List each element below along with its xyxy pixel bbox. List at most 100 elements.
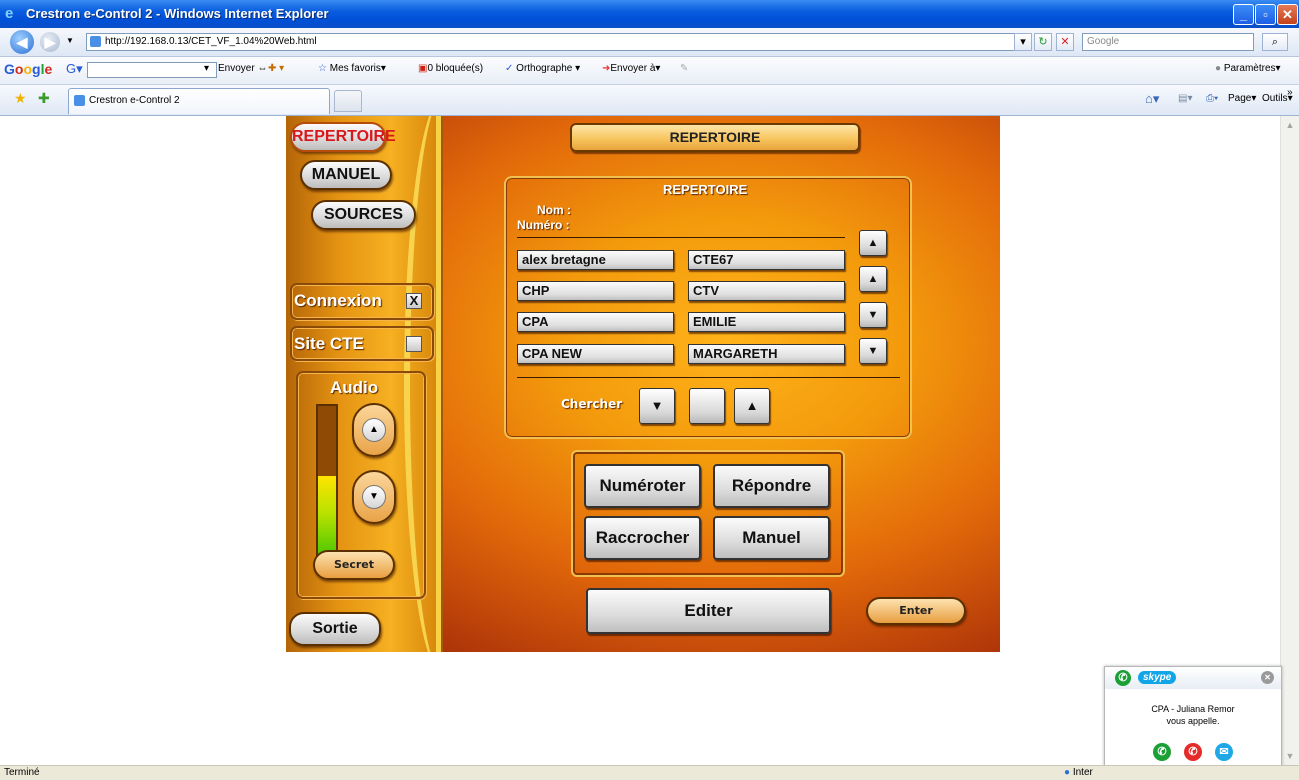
send-button[interactable]: Envoyer ⇔ (218, 63, 267, 74)
scroll-up-icon[interactable]: ▲ (1282, 117, 1298, 133)
nav-repertoire-button[interactable]: REPERTOIRE (290, 122, 396, 152)
secret-button[interactable]: Secret (313, 550, 395, 580)
popup-blocker-button[interactable]: ▣0 bloquée(s) (418, 63, 483, 74)
volume-up-button[interactable]: ▲ (352, 403, 396, 457)
site-cte-checkbox[interactable] (406, 336, 422, 352)
forward-button[interactable]: ▶ (40, 32, 60, 52)
bookmark-icon[interactable]: ✚ ▾ (268, 63, 284, 74)
history-dropdown-icon[interactable]: ▼ (66, 36, 74, 45)
stop-icon[interactable]: ✕ (1056, 33, 1074, 51)
close-popup-icon[interactable]: ✕ (1261, 671, 1274, 684)
connexion-checkbox[interactable]: X (406, 293, 422, 309)
favorites-star-icon[interactable]: ★ (14, 90, 27, 107)
url-field[interactable]: http://192.168.0.13/CET_VF_1.04%20Web.ht… (86, 33, 1026, 51)
refresh-icon[interactable]: ↻ (1034, 33, 1052, 51)
send-to-button[interactable]: ➜Envoyer à▾ (602, 63, 660, 74)
vertical-scrollbar[interactable]: ▲ ▼ (1280, 116, 1299, 765)
search-icon[interactable]: ⌕ (1262, 33, 1288, 51)
address-bar: ◀ ▶ ▼ http://192.168.0.13/CET_VF_1.04%20… (0, 28, 1299, 57)
minimize-button[interactable]: _ (1233, 4, 1254, 25)
edit-button[interactable]: Editer (586, 588, 831, 634)
add-favorite-icon[interactable]: ✚ (38, 90, 50, 107)
contact-entry[interactable]: CPA (517, 312, 674, 332)
page-down-button[interactable]: ▼ (859, 302, 887, 328)
chat-icon[interactable]: ✉ (1215, 743, 1233, 761)
google-search-input[interactable] (87, 62, 217, 78)
window-titlebar: e Crestron e-Control 2 - Windows Interne… (0, 0, 1299, 28)
decline-call-icon[interactable]: ✆ (1184, 743, 1202, 761)
enter-button[interactable]: Enter (866, 597, 966, 625)
search-prev-button[interactable]: ▼ (639, 388, 675, 424)
settings-button[interactable]: ● Paramètres▾ (1215, 63, 1281, 74)
connexion-label: Connexion (294, 291, 382, 310)
page-menu[interactable]: Page▾ (1228, 93, 1256, 104)
page-up-button[interactable]: ▲ (859, 266, 887, 292)
phone-icon: ✆ (1115, 670, 1131, 686)
status-bar: Terminé ● Inter (0, 765, 1299, 780)
header-title: REPERTOIRE (570, 123, 860, 152)
tab-bar: ★ ✚ Crestron e-Control 2 ⌂▾ ▤▾ ⎙▾ Page▾ … (0, 85, 1299, 116)
nav-manuel-button[interactable]: MANUEL (300, 160, 392, 190)
connexion-frame: Connexion X (290, 283, 434, 320)
directory-box: REPERTOIRE Nom : Numéro : alex bretagne … (504, 176, 912, 439)
skype-call-popup: ✆ skype ✕ CPA - Juliana Remor vous appel… (1104, 666, 1282, 774)
contact-entry[interactable]: CHP (517, 281, 674, 301)
contact-entry[interactable]: CPA NEW (517, 344, 674, 364)
site-cte-label: Site CTE (294, 334, 364, 353)
directory-title: REPERTOIRE (663, 182, 748, 197)
print-icon[interactable]: ⎙▾ (1206, 93, 1218, 104)
search-label: Chercher (561, 397, 623, 411)
call-message: CPA - Juliana Remor vous appelle. (1151, 704, 1235, 726)
contact-entry[interactable]: CTV (688, 281, 845, 301)
crestron-panel: REPERTOIRE MANUEL SOURCES Connexion X Si… (286, 116, 1000, 652)
google-logo: Google (4, 61, 53, 77)
arrow-up-icon: ▲ (362, 418, 386, 442)
scroll-top-button[interactable]: ▲ (859, 230, 887, 256)
url-dropdown-icon[interactable]: ▾ (1014, 33, 1032, 51)
favorites-button[interactable]: ☆ Mes favoris▾ (318, 63, 386, 74)
dial-button[interactable]: Numéroter (584, 464, 701, 508)
volume-down-button[interactable]: ▼ (352, 470, 396, 524)
globe-icon: ● (1064, 767, 1071, 778)
accept-call-icon[interactable]: ✆ (1153, 743, 1171, 761)
back-button[interactable]: ◀ (10, 30, 34, 54)
feeds-icon[interactable]: ▤▾ (1178, 93, 1192, 104)
numero-label: Numéro : (517, 218, 570, 232)
manual-button[interactable]: Manuel (713, 516, 830, 560)
maximize-button[interactable]: ▫ (1255, 4, 1276, 25)
ie-icon: e (5, 5, 14, 22)
search-next-button[interactable]: ▲ (734, 388, 770, 424)
nom-label: Nom : (537, 203, 571, 217)
status-text: Terminé (4, 767, 40, 778)
tab-crestron[interactable]: Crestron e-Control 2 (68, 88, 330, 114)
google-menu-icon[interactable]: G▾ (66, 61, 83, 77)
security-zone: ● Inter (1064, 767, 1093, 778)
audio-level-meter (316, 404, 338, 564)
google-search-dropdown-icon[interactable]: ▾ (204, 63, 209, 74)
scroll-down-icon[interactable]: ▼ (1282, 748, 1298, 764)
sortie-button[interactable]: Sortie (289, 612, 381, 646)
spellcheck-button[interactable]: ✓ Orthographe ▾ (505, 63, 580, 74)
arrow-down-icon: ▼ (362, 485, 386, 509)
contact-entry[interactable]: alex bretagne (517, 250, 674, 270)
nav-sources-button[interactable]: SOURCES (311, 200, 416, 230)
highlight-icon[interactable]: ✎ (680, 63, 688, 74)
page-favicon-icon (90, 36, 101, 47)
search-field-button[interactable] (689, 388, 725, 424)
audio-label: Audio (330, 378, 379, 397)
contact-entry[interactable]: EMILIE (688, 312, 845, 332)
toolbar-overflow-icon[interactable]: » (1287, 87, 1293, 98)
contact-entry[interactable]: CTE67 (688, 250, 845, 270)
home-icon[interactable]: ⌂▾ (1145, 91, 1159, 107)
site-cte-frame: Site CTE (290, 326, 434, 361)
tab-favicon-icon (74, 95, 85, 106)
skype-logo: skype (1138, 671, 1177, 684)
close-window-button[interactable]: ✕ (1277, 4, 1298, 25)
hangup-button[interactable]: Raccrocher (584, 516, 701, 560)
contact-entry[interactable]: MARGARETH (688, 344, 845, 364)
new-tab-button[interactable] (334, 90, 362, 112)
scroll-bottom-button[interactable]: ▼ (859, 338, 887, 364)
google-toolbar: Google G▾ ▾ Envoyer ⇔ ✚ ▾ ☆ Mes favoris▾… (0, 57, 1299, 85)
search-input[interactable]: Google (1082, 33, 1254, 51)
answer-button[interactable]: Répondre (713, 464, 830, 508)
